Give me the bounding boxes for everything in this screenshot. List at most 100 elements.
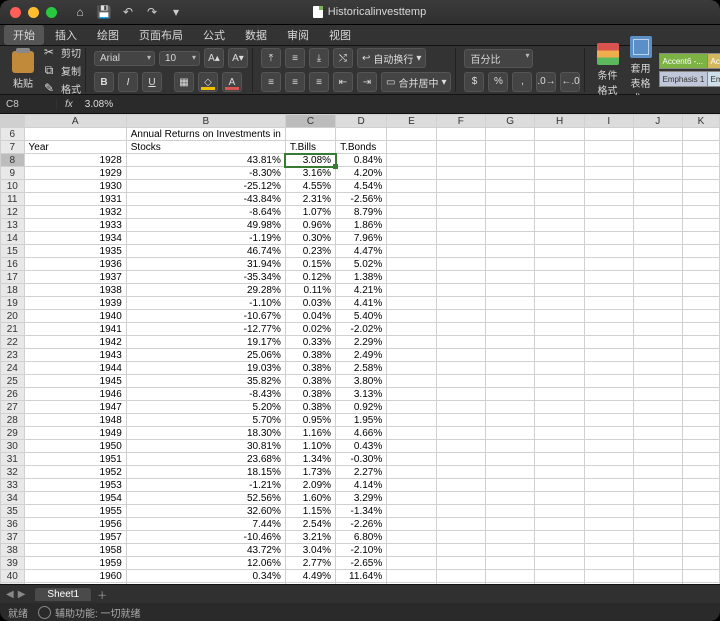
decrease-decimal-button[interactable]: ←.0 bbox=[560, 72, 580, 92]
cell[interactable]: 0.03% bbox=[285, 297, 335, 310]
cell[interactable]: -12.77% bbox=[126, 323, 285, 336]
cell[interactable]: -2.26% bbox=[336, 518, 387, 531]
row-header[interactable]: 40 bbox=[1, 570, 25, 583]
select-all-corner[interactable] bbox=[1, 115, 25, 128]
cell[interactable] bbox=[682, 297, 719, 310]
cell[interactable] bbox=[436, 245, 485, 258]
row-header[interactable]: 33 bbox=[1, 479, 25, 492]
cell[interactable] bbox=[584, 167, 633, 180]
cell[interactable] bbox=[436, 492, 485, 505]
cell[interactable] bbox=[387, 401, 436, 414]
row-header[interactable]: 12 bbox=[1, 206, 25, 219]
cell[interactable] bbox=[633, 167, 682, 180]
cell[interactable]: 0.12% bbox=[285, 271, 335, 284]
cell[interactable] bbox=[485, 492, 535, 505]
cell[interactable] bbox=[584, 531, 633, 544]
cell[interactable] bbox=[633, 492, 682, 505]
row-header[interactable]: 15 bbox=[1, 245, 25, 258]
home-icon[interactable]: ⌂ bbox=[73, 5, 87, 19]
cell[interactable]: 0.15% bbox=[285, 258, 335, 271]
cell[interactable] bbox=[633, 284, 682, 297]
cell[interactable] bbox=[436, 440, 485, 453]
cell[interactable] bbox=[633, 232, 682, 245]
cell[interactable] bbox=[485, 180, 535, 193]
ribbon-tab-6[interactable]: 审阅 bbox=[278, 25, 318, 45]
increase-font-button[interactable]: A▴ bbox=[204, 48, 224, 68]
cell[interactable]: 1952 bbox=[24, 466, 126, 479]
cell[interactable]: 49.98% bbox=[126, 219, 285, 232]
save-icon[interactable]: 💾 bbox=[97, 5, 111, 19]
cell[interactable] bbox=[387, 362, 436, 375]
cell[interactable] bbox=[436, 323, 485, 336]
cell[interactable]: 0.34% bbox=[126, 570, 285, 583]
cell[interactable] bbox=[584, 323, 633, 336]
cell[interactable] bbox=[535, 427, 584, 440]
cell[interactable]: 3.13% bbox=[336, 388, 387, 401]
cell[interactable]: 7.96% bbox=[336, 232, 387, 245]
cell[interactable] bbox=[633, 453, 682, 466]
cell[interactable]: 43.72% bbox=[126, 544, 285, 557]
cell[interactable]: 0.43% bbox=[336, 440, 387, 453]
cell[interactable] bbox=[682, 414, 719, 427]
cell[interactable] bbox=[485, 141, 535, 154]
cell[interactable] bbox=[436, 570, 485, 583]
cell[interactable] bbox=[436, 544, 485, 557]
cell[interactable] bbox=[387, 271, 436, 284]
cell[interactable] bbox=[682, 284, 719, 297]
cell[interactable]: 4.66% bbox=[336, 427, 387, 440]
cell[interactable] bbox=[682, 570, 719, 583]
cell[interactable] bbox=[584, 583, 633, 585]
cell[interactable]: -35.34% bbox=[126, 271, 285, 284]
cell[interactable] bbox=[584, 453, 633, 466]
align-center-button[interactable]: ≡ bbox=[285, 72, 305, 92]
cell[interactable] bbox=[682, 323, 719, 336]
cell[interactable] bbox=[584, 414, 633, 427]
cell[interactable]: 1928 bbox=[24, 154, 126, 167]
cell[interactable] bbox=[485, 531, 535, 544]
cell[interactable] bbox=[584, 154, 633, 167]
cell[interactable]: -25.12% bbox=[126, 180, 285, 193]
row-header[interactable]: 35 bbox=[1, 505, 25, 518]
cell[interactable]: 8.79% bbox=[336, 206, 387, 219]
cell[interactable] bbox=[436, 180, 485, 193]
cell[interactable] bbox=[387, 323, 436, 336]
cell[interactable]: 19.17% bbox=[126, 336, 285, 349]
cell[interactable]: 1943 bbox=[24, 349, 126, 362]
row-header[interactable]: 16 bbox=[1, 258, 25, 271]
cell[interactable] bbox=[436, 401, 485, 414]
cell[interactable] bbox=[633, 323, 682, 336]
col-header-C[interactable]: C bbox=[285, 115, 335, 128]
cell[interactable]: 1961 bbox=[24, 583, 126, 585]
cell[interactable]: 3.80% bbox=[336, 375, 387, 388]
wrap-text-button[interactable]: ↩自动换行 ▾ bbox=[357, 48, 426, 68]
cell[interactable]: 2.58% bbox=[336, 362, 387, 375]
cell[interactable]: 1.07% bbox=[285, 206, 335, 219]
row-header[interactable]: 31 bbox=[1, 453, 25, 466]
bold-button[interactable]: B bbox=[94, 72, 114, 92]
ribbon-tab-7[interactable]: 视图 bbox=[320, 25, 360, 45]
cell[interactable]: 2.49% bbox=[336, 349, 387, 362]
cell[interactable] bbox=[584, 375, 633, 388]
fill-color-button[interactable]: ◇ bbox=[198, 72, 218, 92]
cell[interactable]: -8.30% bbox=[126, 167, 285, 180]
cell[interactable]: 1.16% bbox=[285, 427, 335, 440]
align-middle-button[interactable]: ≡ bbox=[285, 48, 305, 68]
cell[interactable] bbox=[436, 453, 485, 466]
cell[interactable] bbox=[436, 232, 485, 245]
cell[interactable] bbox=[387, 414, 436, 427]
cell[interactable]: Stocks bbox=[126, 141, 285, 154]
row-header[interactable]: 6 bbox=[1, 128, 25, 141]
cell[interactable]: 32.60% bbox=[126, 505, 285, 518]
cell[interactable] bbox=[584, 310, 633, 323]
cell[interactable] bbox=[436, 154, 485, 167]
cell[interactable] bbox=[682, 336, 719, 349]
cell[interactable] bbox=[535, 544, 584, 557]
cell[interactable]: 18.30% bbox=[126, 427, 285, 440]
cell[interactable] bbox=[485, 544, 535, 557]
cell[interactable] bbox=[387, 219, 436, 232]
cell[interactable]: 2.29% bbox=[336, 336, 387, 349]
cell[interactable] bbox=[682, 531, 719, 544]
cell[interactable]: 1.60% bbox=[285, 492, 335, 505]
row-header[interactable]: 32 bbox=[1, 466, 25, 479]
style-accent6[interactable]: Accent6 -... bbox=[659, 53, 709, 69]
